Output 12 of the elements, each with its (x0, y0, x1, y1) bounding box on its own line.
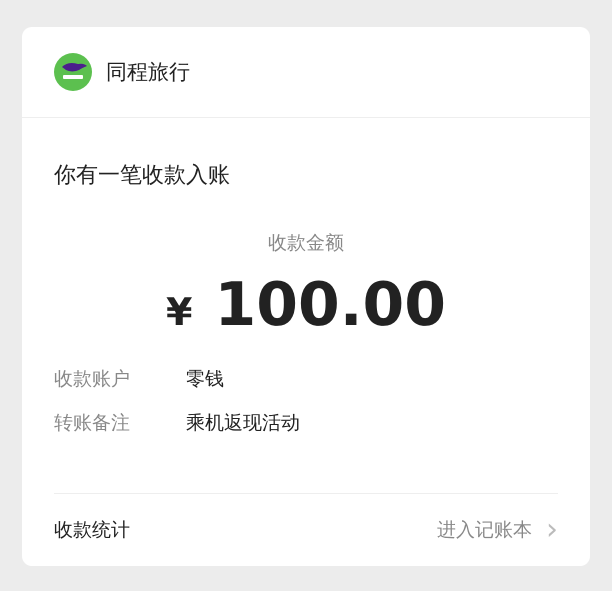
currency-symbol: ¥ (166, 290, 192, 334)
detail-label: 收款账户 (54, 367, 131, 392)
detail-label: 转账备注 (54, 411, 131, 436)
stats-label: 收款统计 (54, 518, 130, 543)
detail-value: 乘机返现活动 (186, 411, 300, 436)
app-name: 同程旅行 (106, 59, 190, 86)
amount: 100.00 (214, 270, 446, 340)
notice-title: 你有一笔收款入账 (54, 162, 231, 190)
logo-icon (54, 53, 92, 91)
amount-label: 收款金额 (267, 231, 345, 256)
detail-value: 零钱 (186, 367, 224, 392)
ledger-link[interactable]: 进入记账本 › (437, 515, 558, 545)
